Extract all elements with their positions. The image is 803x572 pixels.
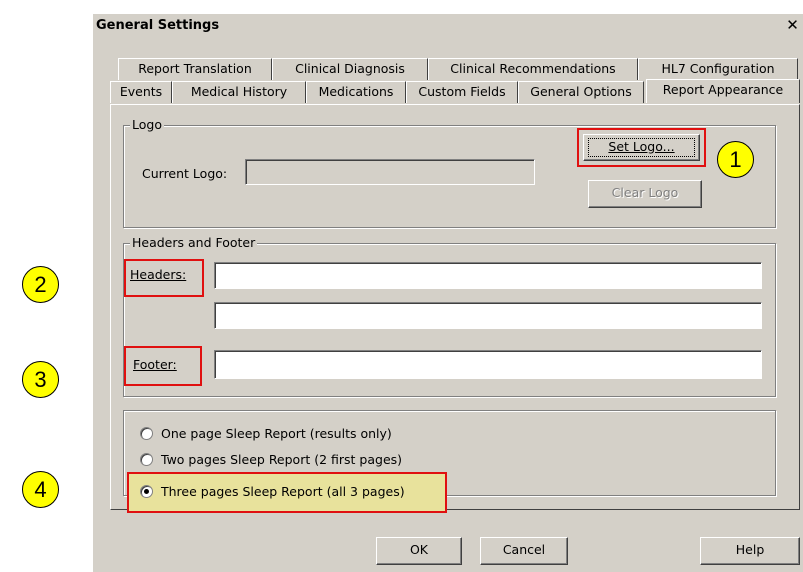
tab-clinical-recommendations[interactable]: Clinical Recommendations [428,58,638,80]
cancel-button[interactable]: Cancel [480,537,568,565]
tab-clinical-diagnosis[interactable]: Clinical Diagnosis [272,58,428,80]
header-line-2-input[interactable] [214,302,762,329]
radio-two-pages[interactable] [140,453,153,466]
tab-custom-fields[interactable]: Custom Fields [406,81,518,103]
current-logo-field [245,159,535,185]
tab-medications[interactable]: Medications [306,81,406,103]
close-icon[interactable]: ✕ [782,15,803,36]
header-line-1-input[interactable] [214,262,762,289]
tab-medical-history[interactable]: Medical History [172,81,306,103]
annotation-box-three-pages [127,472,447,513]
tab-report-appearance[interactable]: Report Appearance [646,79,800,103]
ok-button[interactable]: OK [376,537,462,565]
callout-4: 4 [22,471,59,508]
dialog-title: General Settings [93,14,803,38]
callout-1: 1 [717,141,754,178]
footer-input[interactable] [214,350,762,379]
annotation-box-headers [124,259,204,297]
annotation-box-footer [124,346,202,386]
tab-events[interactable]: Events [110,81,172,103]
logo-group-title: Logo [130,117,164,132]
current-logo-label: Current Logo: [142,166,228,181]
tab-report-translation[interactable]: Report Translation [118,58,272,80]
tab-hl7-configuration[interactable]: HL7 Configuration [638,58,798,80]
help-button[interactable]: Help [700,537,800,565]
option-two-pages-label: Two pages Sleep Report (2 first pages) [161,452,403,467]
headers-footer-group-title: Headers and Footer [130,235,258,250]
option-one-page-label: One page Sleep Report (results only) [161,426,392,441]
callout-2: 2 [22,266,59,303]
clear-logo-button[interactable]: Clear Logo [588,180,702,208]
callout-3: 3 [22,361,59,398]
annotation-box-set-logo [577,128,706,167]
tab-general-options[interactable]: General Options [518,81,644,103]
radio-one-page[interactable] [140,427,153,440]
